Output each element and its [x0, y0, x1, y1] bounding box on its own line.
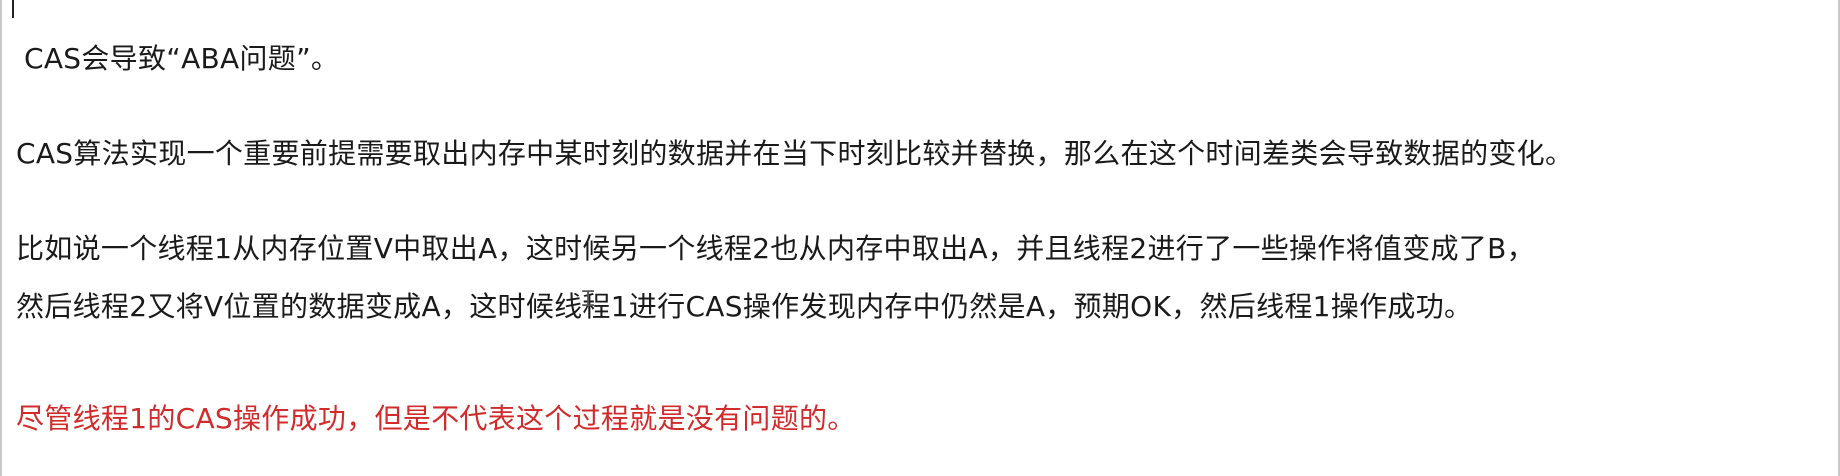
- text-cursor-icon: Ɪ: [582, 287, 595, 312]
- paragraph-line-1: CAS算法实现一个重要前提需要取出内存中某时刻的数据并在当下时刻比较并替换，那么…: [16, 137, 1574, 170]
- paragraph-line-3: 然后线程2又将V位置的数据变成A，这时候线程1进行CAS操作发现内存中仍然是A，…: [16, 290, 1473, 323]
- paragraph-line-2: 比如说一个线程1从内存位置V中取出A，这时候另一个线程2也从内存中取出A，并且线…: [16, 232, 1535, 265]
- heading-line: CAS会导致“ABA问题”。: [24, 42, 340, 75]
- highlighted-line: 尽管线程1的CAS操作成功，但是不代表这个过程就是没有问题的。: [16, 402, 856, 435]
- text-caret: [12, 0, 14, 18]
- document-page: CAS会导致“ABA问题”。 CAS算法实现一个重要前提需要取出内存中某时刻的数…: [0, 0, 1840, 476]
